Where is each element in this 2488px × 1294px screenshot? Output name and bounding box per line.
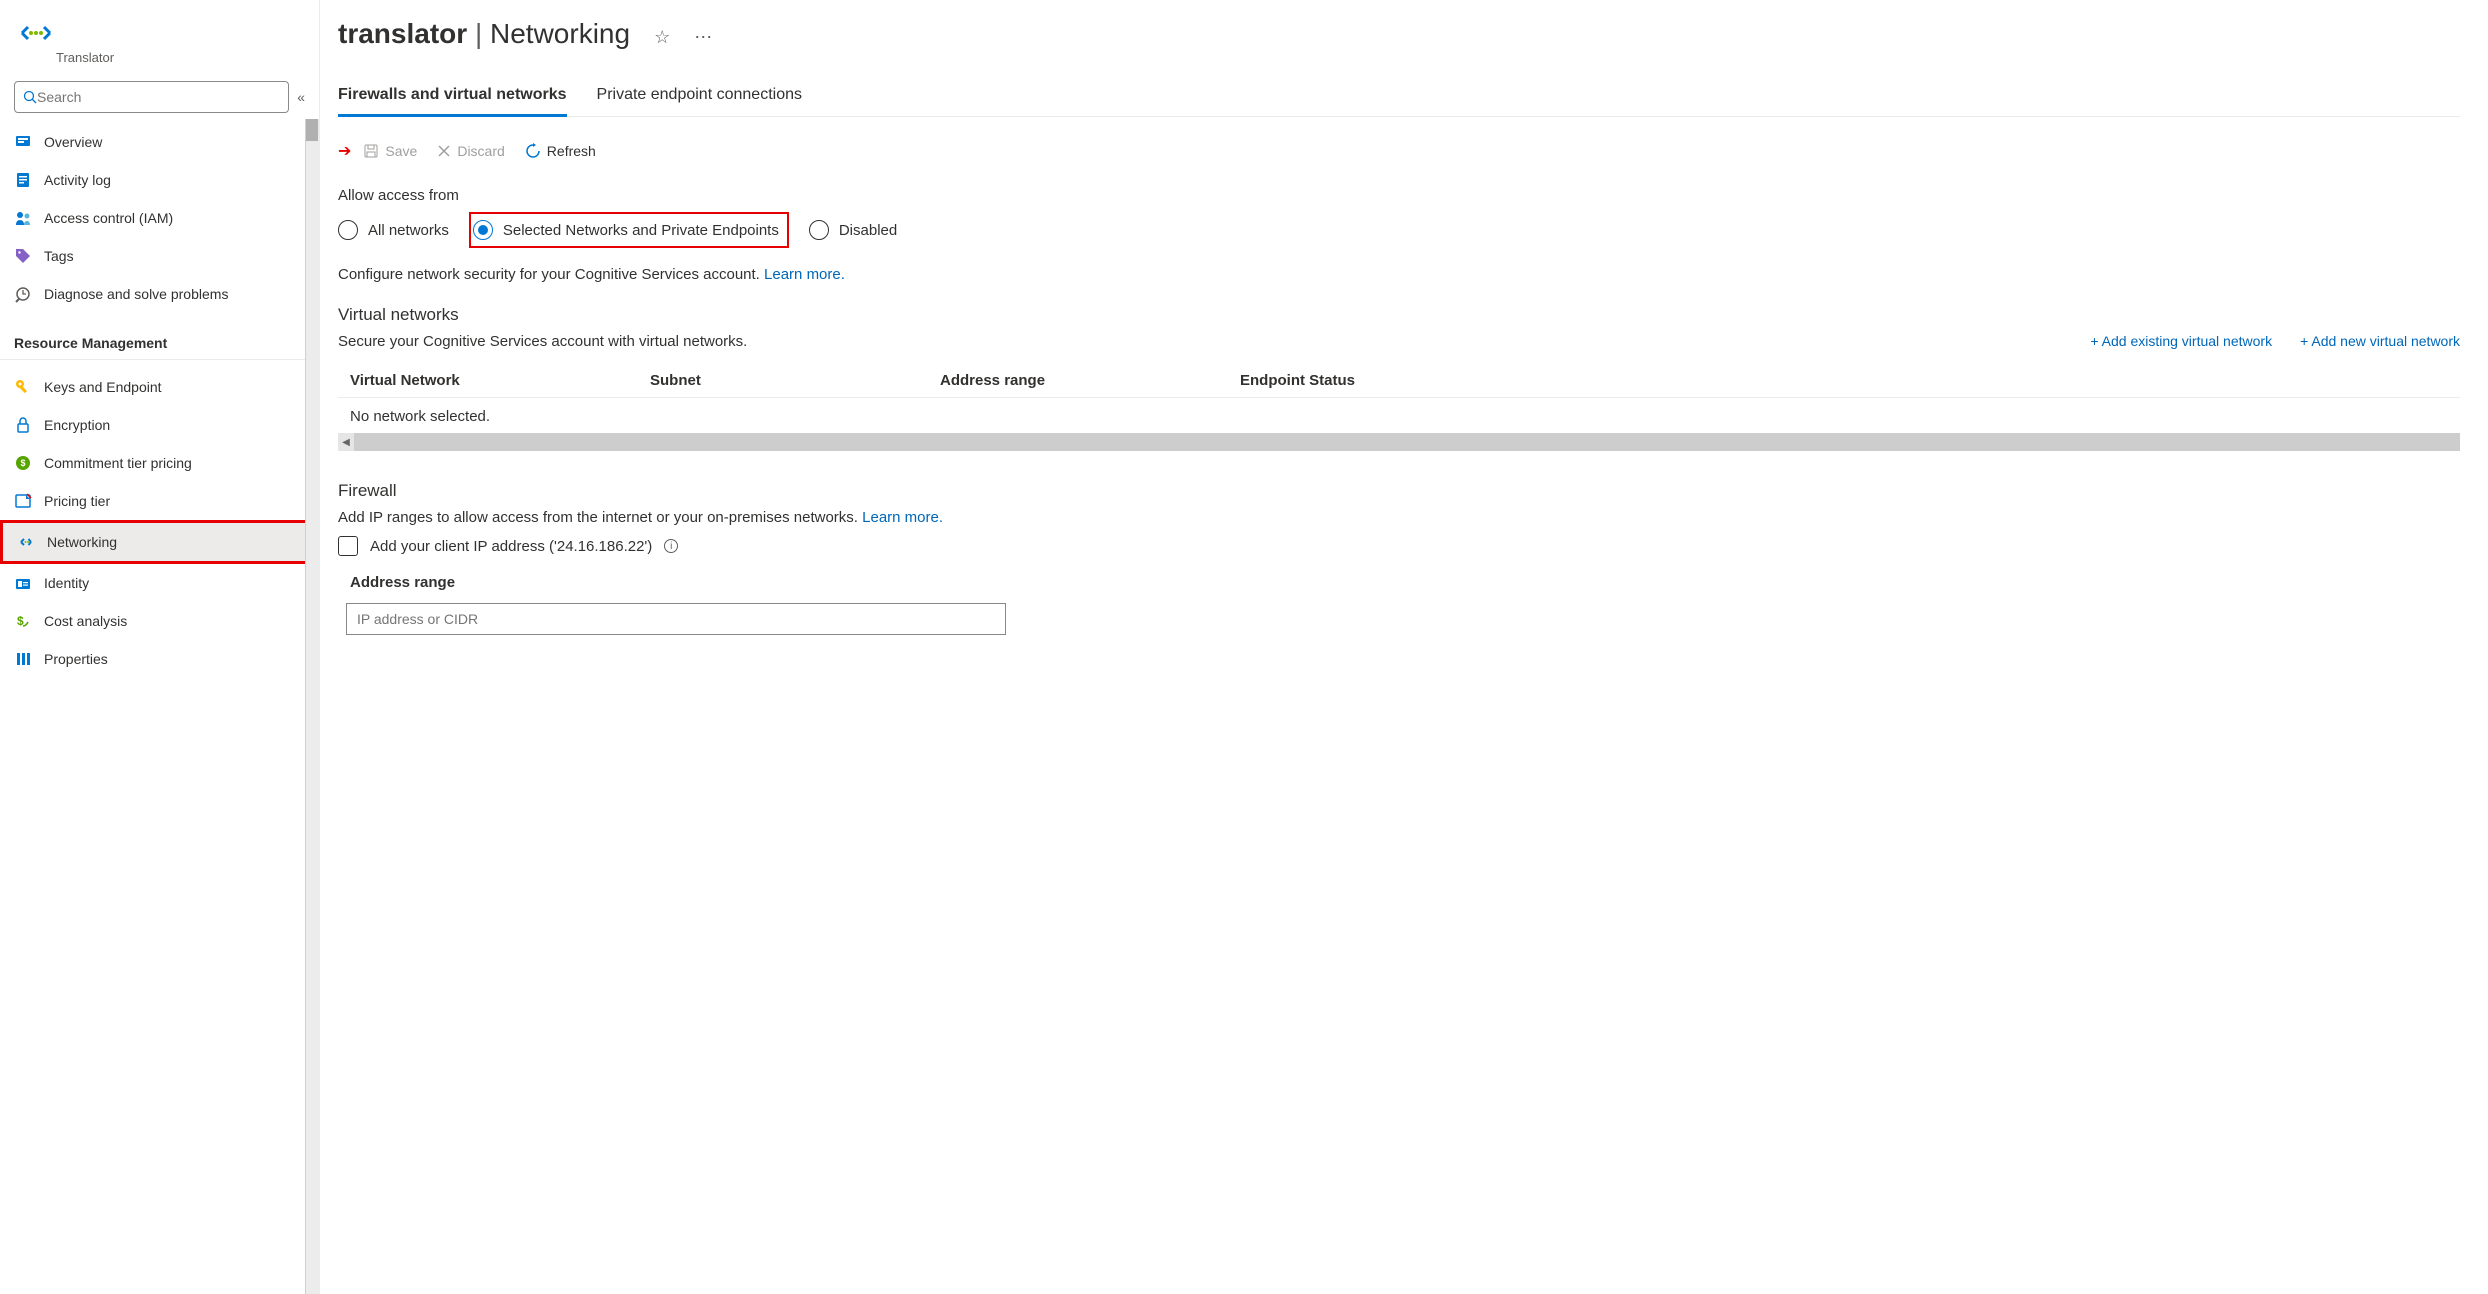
firewall-learn-more-link[interactable]: Learn more. <box>862 509 943 526</box>
ip-address-input[interactable] <box>346 603 1006 635</box>
client-ip-label: Add your client IP address ('24.16.186.2… <box>370 538 652 555</box>
radio-disabled[interactable]: Disabled <box>809 220 897 240</box>
sidebar-scrollbar[interactable] <box>305 119 319 1294</box>
sidebar-item-key[interactable]: Keys and Endpoint <box>0 368 319 406</box>
access-subtext: Configure network security for your Cogn… <box>338 266 2460 283</box>
radio-label: Selected Networks and Private Endpoints <box>503 222 779 239</box>
favorite-star-icon[interactable]: ☆ <box>654 27 670 48</box>
add-existing-vnet-link[interactable]: + Add existing virtual network <box>2090 333 2272 349</box>
translator-icon <box>14 18 54 48</box>
sidebar-item-label: Commitment tier pricing <box>44 455 192 471</box>
callout-arrow-icon: ➔ <box>338 141 351 161</box>
svg-text:$: $ <box>20 458 25 468</box>
sidebar-item-log[interactable]: Activity log <box>0 161 319 199</box>
col-vnet: Virtual Network <box>350 372 650 389</box>
sidebar-item-label: Cost analysis <box>44 613 127 629</box>
radio-all-networks[interactable]: All networks <box>338 220 449 240</box>
col-endpoint: Endpoint Status <box>1240 372 2448 389</box>
vnet-table-header: Virtual Network Subnet Address range End… <box>338 364 2460 398</box>
search-icon <box>23 90 37 104</box>
sidebar-item-label: Overview <box>44 134 102 150</box>
svg-text:$: $ <box>17 614 24 628</box>
main-content: translator | Networking ☆ ⋯ Firewalls an… <box>320 0 2488 1294</box>
close-icon <box>437 144 451 158</box>
radio-circle <box>338 220 358 240</box>
sidebar-item-label: Diagnose and solve problems <box>44 286 228 302</box>
sidebar-item-props[interactable]: Properties <box>0 640 319 678</box>
vnet-horizontal-scrollbar[interactable]: ◀ <box>338 433 2460 451</box>
sidebar-item-label: Pricing tier <box>44 493 110 509</box>
identity-icon <box>14 574 32 592</box>
sidebar-item-label: Tags <box>44 248 74 264</box>
sidebar-item-tier[interactable]: $ Commitment tier pricing <box>0 444 319 482</box>
address-range-label: Address range <box>338 574 2460 603</box>
sidebar-item-identity[interactable]: Identity <box>0 564 319 602</box>
access-learn-more-link[interactable]: Learn more. <box>764 266 845 283</box>
sidebar-item-iam[interactable]: Access control (IAM) <box>0 199 319 237</box>
sidebar-item-cost[interactable]: $ Cost analysis <box>0 602 319 640</box>
add-new-vnet-link[interactable]: + Add new virtual network <box>2300 333 2460 349</box>
cost-icon: $ <box>14 612 32 630</box>
sidebar-item-label: Networking <box>47 534 117 550</box>
collapse-sidebar-button[interactable]: « <box>297 89 305 105</box>
sidebar-item-label: Keys and Endpoint <box>44 379 162 395</box>
sidebar-item-lock[interactable]: Encryption <box>0 406 319 444</box>
discard-button[interactable]: Discard <box>437 143 504 159</box>
radio-circle <box>809 220 829 240</box>
col-subnet: Subnet <box>650 372 940 389</box>
tab-firewalls[interactable]: Firewalls and virtual networks <box>338 86 567 117</box>
sidebar-item-pricing[interactable]: Pricing tier <box>0 482 319 520</box>
sidebar-title: Translator <box>14 50 114 65</box>
sidebar-item-tags[interactable]: Tags <box>0 237 319 275</box>
info-icon[interactable]: i <box>664 539 678 553</box>
page-title: translator | Networking <box>338 18 630 50</box>
save-button[interactable]: Save <box>363 143 417 159</box>
radio-label: All networks <box>368 222 449 239</box>
firewall-title: Firewall <box>338 481 2460 501</box>
tabs: Firewalls and virtual networks Private e… <box>338 86 2460 117</box>
sidebar-item-overview[interactable]: Overview <box>0 123 319 161</box>
refresh-button[interactable]: Refresh <box>525 143 596 159</box>
networking-icon <box>17 533 35 551</box>
tier-icon: $ <box>14 454 32 472</box>
sidebar-item-label: Properties <box>44 651 108 667</box>
allow-access-label: Allow access from <box>338 187 2460 204</box>
sidebar-item-label: Identity <box>44 575 89 591</box>
nav-section-resource-management: Resource Management <box>0 317 319 360</box>
save-icon <box>363 143 379 159</box>
sidebar-item-label: Encryption <box>44 417 110 433</box>
tags-icon <box>14 247 32 265</box>
firewall-subtext: Add IP ranges to allow access from the i… <box>338 509 2460 526</box>
vnet-title: Virtual networks <box>338 305 2460 325</box>
iam-icon <box>14 209 32 227</box>
radio-circle <box>473 220 493 240</box>
sidebar-item-networking[interactable]: Networking <box>0 520 319 564</box>
more-actions-icon[interactable]: ⋯ <box>694 27 712 48</box>
diag-icon <box>14 285 32 303</box>
sidebar-item-diag[interactable]: Diagnose and solve problems <box>0 275 319 313</box>
radio-label: Disabled <box>839 222 897 239</box>
sidebar: Translator « Overview Activity log Access … <box>0 0 320 1294</box>
vnet-subtext: Secure your Cognitive Services account w… <box>338 333 747 350</box>
overview-icon <box>14 133 32 151</box>
key-icon <box>14 378 32 396</box>
refresh-icon <box>525 143 541 159</box>
props-icon <box>14 650 32 668</box>
toolbar: ➔ Save Discard Refresh <box>338 141 2460 161</box>
radio-selected-networks-and-private-endpoints[interactable]: Selected Networks and Private Endpoints <box>469 212 789 248</box>
col-addr: Address range <box>940 372 1240 389</box>
search-input[interactable] <box>37 89 280 105</box>
log-icon <box>14 171 32 189</box>
tab-private-endpoints[interactable]: Private endpoint connections <box>597 86 802 116</box>
sidebar-item-label: Access control (IAM) <box>44 210 173 226</box>
pricing-icon <box>14 492 32 510</box>
lock-icon <box>14 416 32 434</box>
search-box[interactable] <box>14 81 289 113</box>
client-ip-checkbox[interactable] <box>338 536 358 556</box>
vnet-table-empty: No network selected. <box>338 398 2460 433</box>
sidebar-item-label: Activity log <box>44 172 111 188</box>
